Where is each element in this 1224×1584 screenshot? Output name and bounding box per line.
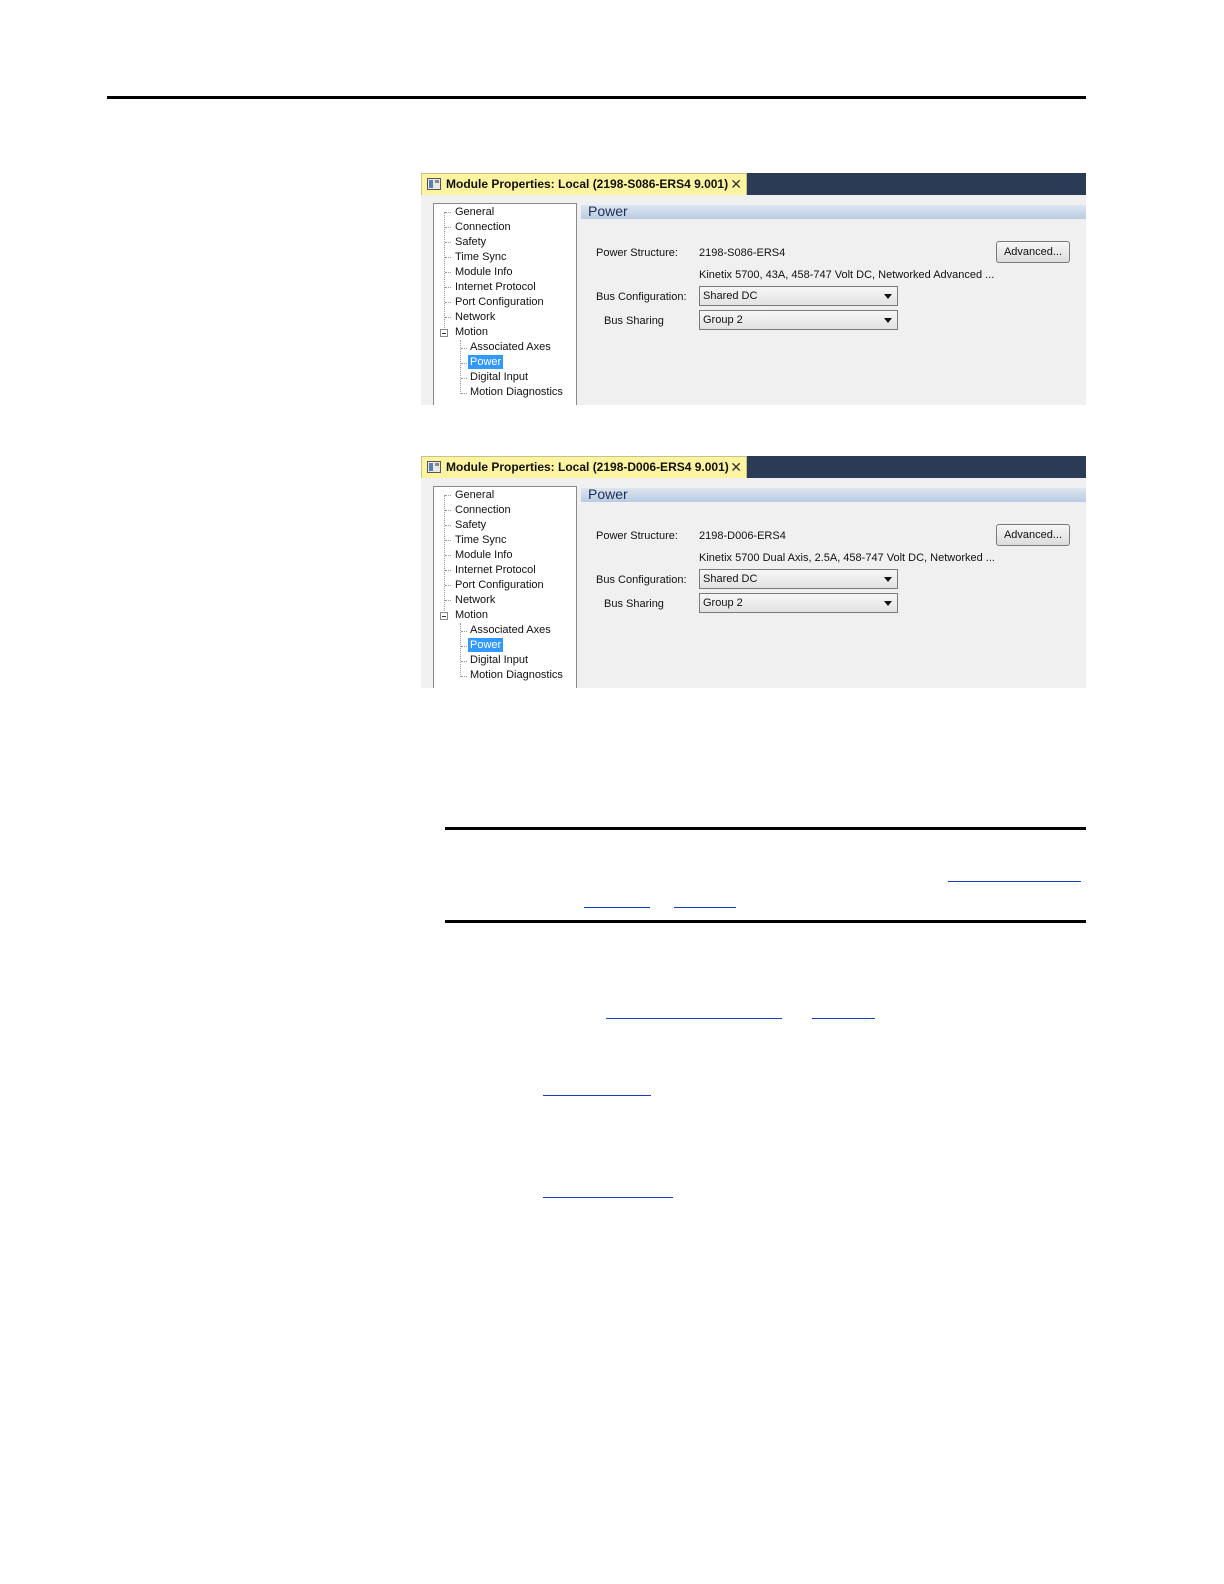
tree-item-digital-input[interactable]: Digital Input bbox=[468, 370, 530, 384]
power-structure-value: 2198-S086-ERS4 bbox=[699, 247, 786, 259]
chevron-down-icon bbox=[884, 577, 892, 582]
tree-item-internet-protocol[interactable]: Internet Protocol bbox=[453, 280, 538, 294]
module-icon bbox=[427, 461, 441, 473]
tree-item-internet-protocol[interactable]: Internet Protocol bbox=[453, 563, 538, 577]
tree-item-power[interactable]: Power bbox=[468, 638, 504, 652]
bus-sharing-label: Bus Sharing bbox=[604, 315, 664, 327]
module-description: Kinetix 5700 Dual Axis, 2.5A, 458-747 Vo… bbox=[699, 552, 995, 564]
window-tab[interactable]: Module Properties: Local (2198-D006-ERS4… bbox=[421, 456, 747, 478]
chevron-down-icon bbox=[884, 294, 892, 299]
advanced-button[interactable]: Advanced... bbox=[996, 241, 1070, 263]
tree-item-time-sync[interactable]: Time Sync bbox=[453, 533, 509, 547]
tree-item-general[interactable]: General bbox=[453, 205, 496, 219]
tree-item-digital-input[interactable]: Digital Input bbox=[468, 653, 530, 667]
tree-item-associated-axes[interactable]: Associated Axes bbox=[468, 340, 553, 354]
link-underline[interactable] bbox=[543, 1095, 651, 1096]
panel-header bbox=[581, 205, 1086, 219]
tree-item-motion-diagnostics[interactable]: Motion Diagnostics bbox=[468, 668, 565, 682]
tree-item-module-info[interactable]: Module Info bbox=[453, 265, 514, 279]
bus-configuration-value: Shared DC bbox=[703, 573, 758, 585]
bus-sharing-select[interactable]: Group 2 bbox=[699, 593, 898, 613]
tree-item-time-sync[interactable]: Time Sync bbox=[453, 250, 509, 264]
window-tab[interactable]: Module Properties: Local (2198-S086-ERS4… bbox=[421, 173, 747, 195]
link-underline[interactable] bbox=[584, 907, 650, 908]
chevron-down-icon bbox=[884, 601, 892, 606]
tree-item-module-info[interactable]: Module Info bbox=[453, 548, 514, 562]
tree-item-safety[interactable]: Safety bbox=[453, 235, 488, 249]
module-properties-window-2: Module Properties: Local (2198-D006-ERS4… bbox=[421, 456, 1086, 688]
power-structure-label: Power Structure: bbox=[596, 247, 678, 259]
collapse-icon[interactable] bbox=[440, 329, 448, 337]
tree-item-connection[interactable]: Connection bbox=[453, 220, 513, 234]
bus-sharing-value: Group 2 bbox=[703, 314, 743, 326]
bus-configuration-label: Bus Configuration: bbox=[596, 291, 687, 303]
advanced-button[interactable]: Advanced... bbox=[996, 524, 1070, 546]
tree-item-motion[interactable]: Motion bbox=[453, 608, 490, 622]
module-properties-window-1: Module Properties: Local (2198-S086-ERS4… bbox=[421, 173, 1086, 405]
tree-item-connection[interactable]: Connection bbox=[453, 503, 513, 517]
tree-item-motion-diagnostics[interactable]: Motion Diagnostics bbox=[468, 385, 565, 399]
tree-item-network[interactable]: Network bbox=[453, 593, 497, 607]
link-underline[interactable] bbox=[948, 881, 1081, 882]
link-underline[interactable] bbox=[606, 1018, 782, 1019]
bus-sharing-label: Bus Sharing bbox=[604, 598, 664, 610]
bus-configuration-label: Bus Configuration: bbox=[596, 574, 687, 586]
top-rule bbox=[107, 96, 1086, 99]
window-title: Module Properties: Local (2198-D006-ERS4… bbox=[446, 460, 729, 474]
tree-item-power[interactable]: Power bbox=[468, 355, 504, 369]
bus-sharing-value: Group 2 bbox=[703, 597, 743, 609]
category-tree: General Connection Safety Time Sync Modu… bbox=[433, 203, 577, 405]
category-tree: General Connection Safety Time Sync Modu… bbox=[433, 486, 577, 688]
link-underline[interactable] bbox=[674, 907, 736, 908]
bus-configuration-select[interactable]: Shared DC bbox=[699, 286, 898, 306]
close-icon[interactable]: ✕ bbox=[730, 458, 742, 476]
note-bottom-rule bbox=[445, 920, 1086, 923]
tree-item-general[interactable]: General bbox=[453, 488, 496, 502]
chevron-down-icon bbox=[884, 318, 892, 323]
tree-item-motion[interactable]: Motion bbox=[453, 325, 490, 339]
tree-item-port-configuration[interactable]: Port Configuration bbox=[453, 578, 546, 592]
module-description: Kinetix 5700, 43A, 458-747 Volt DC, Netw… bbox=[699, 269, 995, 281]
panel-header bbox=[581, 488, 1086, 502]
bus-configuration-select[interactable]: Shared DC bbox=[699, 569, 898, 589]
power-structure-value: 2198-D006-ERS4 bbox=[699, 530, 786, 542]
module-icon bbox=[427, 178, 441, 190]
link-underline[interactable] bbox=[543, 1197, 673, 1198]
power-structure-label: Power Structure: bbox=[596, 530, 678, 542]
link-underline[interactable] bbox=[812, 1018, 875, 1019]
tree-item-safety[interactable]: Safety bbox=[453, 518, 488, 532]
tree-item-associated-axes[interactable]: Associated Axes bbox=[468, 623, 553, 637]
collapse-icon[interactable] bbox=[440, 612, 448, 620]
bus-configuration-value: Shared DC bbox=[703, 290, 758, 302]
close-icon[interactable]: ✕ bbox=[730, 175, 742, 193]
window-title: Module Properties: Local (2198-S086-ERS4… bbox=[446, 177, 729, 191]
tree-item-port-configuration[interactable]: Port Configuration bbox=[453, 295, 546, 309]
bus-sharing-select[interactable]: Group 2 bbox=[699, 310, 898, 330]
panel-title: Power bbox=[588, 486, 628, 502]
tree-item-network[interactable]: Network bbox=[453, 310, 497, 324]
panel-title: Power bbox=[588, 203, 628, 219]
note-top-rule bbox=[445, 827, 1086, 830]
